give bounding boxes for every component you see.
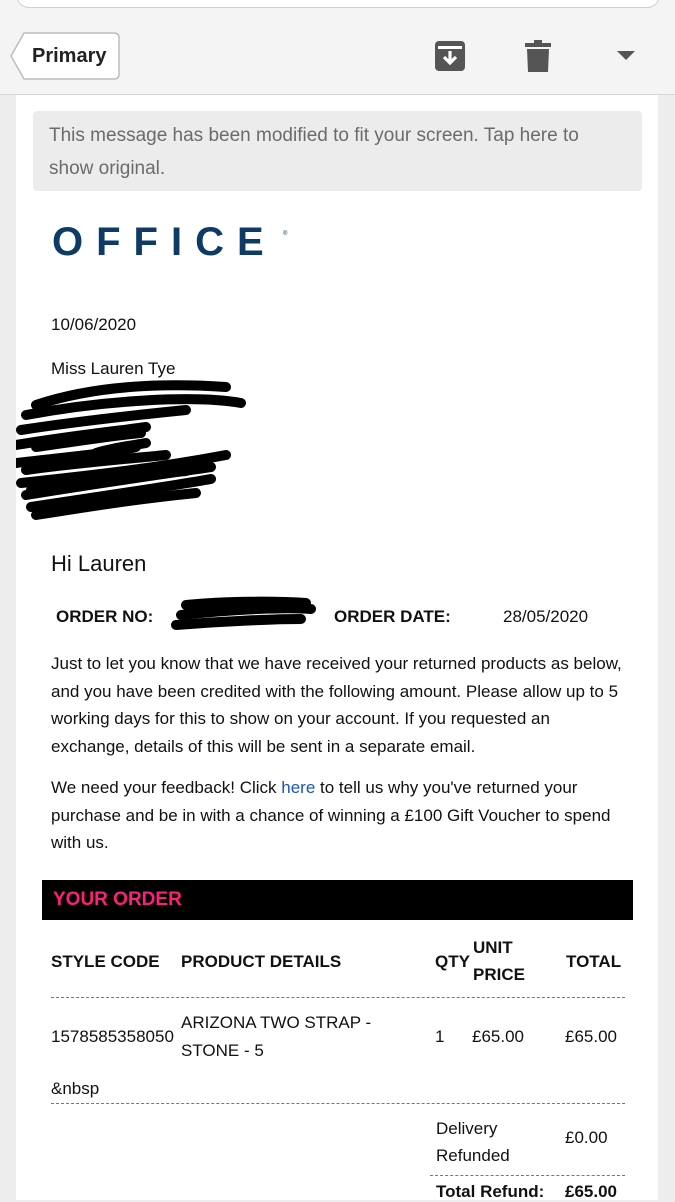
totals-divider: [430, 1175, 625, 1176]
delivery-label-line2: Refunded: [436, 1146, 510, 1165]
back-to-primary-button[interactable]: Primary: [10, 32, 120, 80]
order-date-value: 28/05/2020: [503, 607, 589, 626]
row-product-line1: ARIZONA TWO STRAP -: [181, 1013, 372, 1032]
email-date: 10/06/2020: [51, 315, 137, 334]
row-style-code: 1578585358050: [51, 1027, 174, 1046]
feedback-link[interactable]: here: [281, 778, 315, 797]
your-order-header: YOUR ORDER: [42, 880, 633, 920]
office-logo: OFFICE ®: [52, 223, 288, 263]
row-divider: [51, 1103, 625, 1104]
row-total: £65.00: [565, 1027, 617, 1046]
folder-label: Primary: [32, 45, 107, 67]
col-style-code: STYLE CODE: [51, 952, 160, 971]
address-bar[interactable]: [16, 0, 660, 8]
total-refund-label: Total Refund:: [436, 1182, 545, 1201]
row-product-line2: STONE - 5: [181, 1041, 264, 1060]
greeting: Hi Lauren: [51, 551, 147, 576]
modified-notice[interactable]: This message has been modified to fit yo…: [33, 111, 642, 191]
your-order-title: YOUR ORDER: [53, 889, 182, 910]
col-unit-price-line1: UNIT: [473, 938, 513, 957]
dropdown-icon[interactable]: [606, 36, 646, 76]
nbsp-text: &nbsp: [51, 1079, 100, 1098]
feedback-message: We need your feedback! Click here to tel…: [51, 774, 626, 857]
svg-text:OFFICE: OFFICE: [52, 223, 277, 263]
archive-icon[interactable]: [430, 36, 470, 76]
row-unit-price: £65.00: [472, 1027, 524, 1046]
order-no-label: ORDER NO:: [56, 607, 154, 626]
col-unit-price-line2: PRICE: [473, 965, 525, 984]
address-redaction: [16, 380, 246, 520]
col-total: TOTAL: [566, 952, 622, 971]
col-qty: QTY: [435, 952, 470, 971]
order-date-label: ORDER DATE:: [334, 607, 451, 626]
delivery-label-line1: Delivery: [436, 1119, 498, 1138]
header-divider: [51, 997, 625, 998]
returns-message: Just to let you know that we have receiv…: [51, 654, 622, 756]
total-refund-value: £65.00: [565, 1182, 617, 1201]
email-body: This message has been modified to fit yo…: [16, 95, 658, 1201]
feedback-text-start: We need your feedback! Click: [51, 778, 282, 797]
row-qty: 1: [435, 1027, 445, 1046]
delivery-value: £0.00: [565, 1128, 608, 1147]
email-toolbar: Primary: [0, 0, 675, 95]
order-no-redaction: [171, 596, 316, 630]
trash-icon[interactable]: [518, 36, 558, 76]
col-product-details: PRODUCT DETAILS: [181, 952, 342, 971]
svg-text:®: ®: [283, 230, 288, 237]
